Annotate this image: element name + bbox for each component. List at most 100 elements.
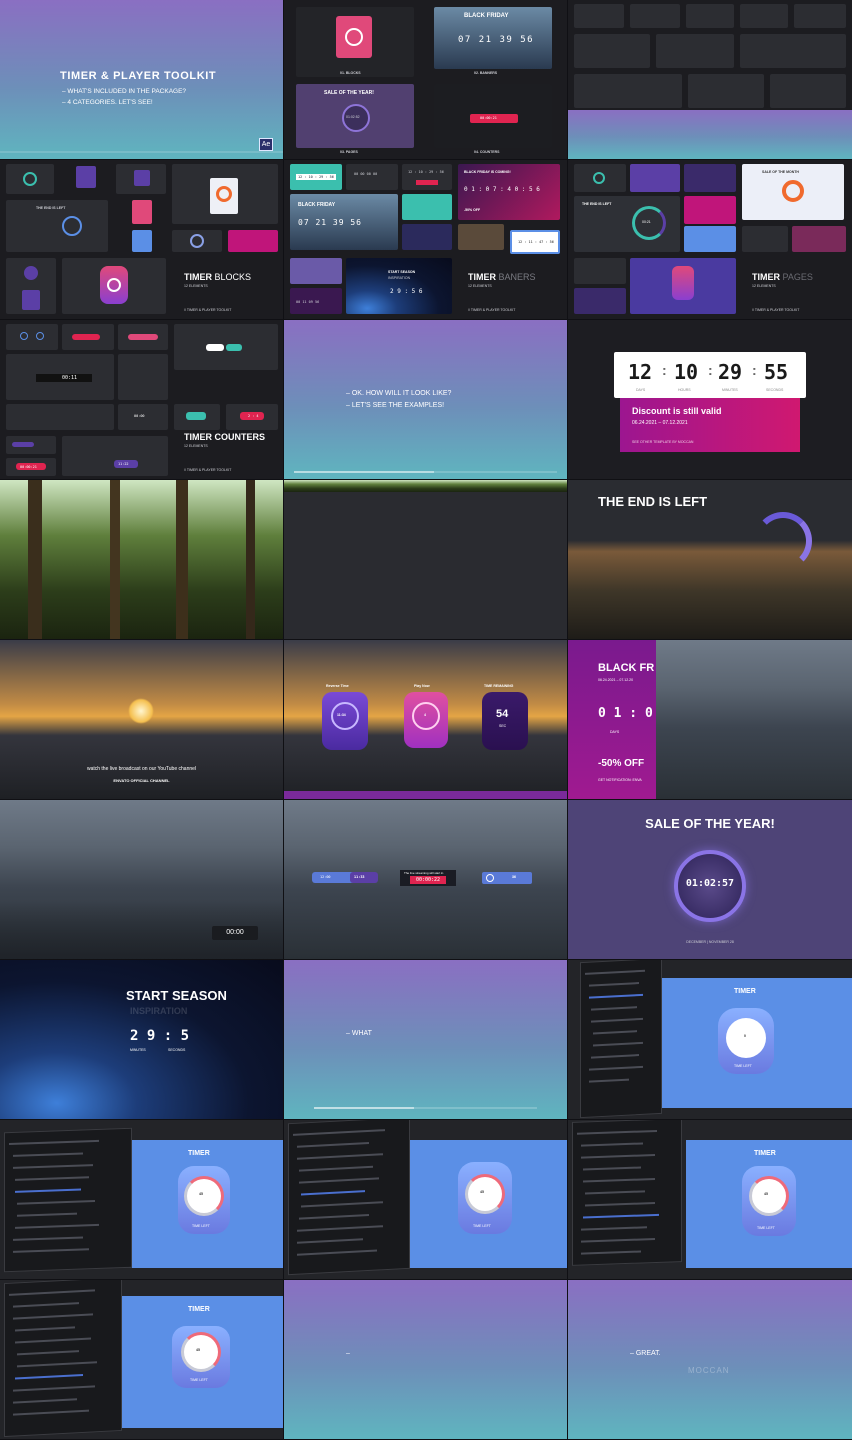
layer-row[interactable]	[583, 1213, 659, 1219]
ring-icon	[593, 172, 605, 184]
layer-row[interactable]	[585, 969, 645, 975]
heading-strong: TIMER	[184, 272, 212, 282]
layer-row[interactable]	[17, 1200, 95, 1205]
layer-row[interactable]	[301, 1201, 383, 1208]
layer-row[interactable]	[15, 1326, 75, 1332]
layer-row[interactable]	[9, 1289, 95, 1296]
grid-tile	[630, 4, 680, 28]
season-time: 2 9 : 5 6	[390, 288, 423, 295]
layers-panel[interactable]	[4, 1280, 122, 1438]
layer-row[interactable]	[301, 1190, 365, 1196]
layer-row[interactable]	[593, 1030, 637, 1035]
page-time: 00:21	[642, 220, 651, 224]
block-tile	[132, 230, 152, 252]
layer-row[interactable]	[17, 1212, 77, 1217]
moccan-watermark: MOCCAN	[688, 1366, 730, 1375]
page-tile	[684, 226, 736, 252]
layer-row[interactable]	[589, 1065, 643, 1071]
layer-row[interactable]	[17, 1361, 97, 1368]
layer-row[interactable]	[13, 1313, 93, 1320]
layer-row[interactable]	[589, 982, 639, 987]
layer-row[interactable]	[13, 1409, 89, 1416]
layer-row[interactable]	[589, 1078, 629, 1083]
layer-row[interactable]	[593, 1041, 643, 1047]
layer-row[interactable]	[583, 1178, 655, 1183]
layer-row[interactable]	[299, 1177, 379, 1184]
banners-heading: TIMER BANERS	[468, 272, 536, 282]
layer-row[interactable]	[583, 1166, 641, 1171]
layer-row[interactable]	[297, 1141, 369, 1148]
layer-row[interactable]	[589, 993, 643, 999]
layer-row[interactable]	[585, 1202, 655, 1207]
bf-title: BLACK FRIDAY	[298, 202, 336, 208]
layer-row[interactable]	[591, 1006, 637, 1011]
layer-row[interactable]	[13, 1152, 83, 1157]
layer-row[interactable]	[297, 1153, 383, 1160]
countdown-card: 12 : 10 : 29 : 55 DAYS HOURS MINUTES SEC…	[614, 352, 806, 398]
counters-overview-cell: 00:11 00:00 2 : 4 00:00:21 11:22 TIMER C…	[0, 320, 283, 479]
layer-row[interactable]	[585, 1190, 645, 1195]
layer-row[interactable]	[293, 1129, 385, 1136]
layer-row[interactable]	[591, 1017, 643, 1023]
more-templates-link[interactable]: SEE OTHER TEMPLATE BY MOCCAN	[632, 440, 693, 444]
promo-days: DAYS	[610, 730, 620, 734]
pill-t2: 11:33	[354, 875, 365, 879]
editor-timer-title: TIMER	[754, 1150, 776, 1157]
layer-row[interactable]	[9, 1139, 99, 1146]
layer-row[interactable]	[581, 1238, 655, 1243]
what-text: – WHAT	[346, 1030, 372, 1037]
ring-icon	[107, 278, 121, 292]
counter-t3: 11:22	[118, 462, 129, 466]
stream-text: The live streaming will start in	[404, 871, 444, 875]
time-remaining-card[interactable]: TIME REMAINING 54 SEC	[482, 684, 528, 750]
layer-row[interactable]	[15, 1373, 83, 1380]
layer-row[interactable]	[299, 1213, 369, 1220]
layer-row[interactable]	[577, 1129, 657, 1135]
reverse-time-card[interactable]: Reverse Time 11:34	[322, 684, 368, 750]
season-sub: INSPIRATION	[130, 1006, 188, 1016]
sale-time: 01:02:57	[685, 878, 735, 889]
layer-row[interactable]	[297, 1225, 383, 1232]
tree-trunk	[110, 480, 120, 639]
layer-row[interactable]	[13, 1236, 83, 1241]
counter-t2: 00:00:21	[20, 465, 37, 469]
layer-row[interactable]	[581, 1154, 655, 1159]
layer-row[interactable]	[15, 1176, 89, 1181]
bf-coming: BLACK FRIDAY IS COMING!	[464, 170, 511, 174]
layer-row[interactable]	[15, 1223, 99, 1229]
counter-pill	[128, 334, 158, 340]
play-now-card[interactable]: Play Now 4	[404, 684, 448, 748]
preview-canvas: TIMER 45 TIME LEFT	[120, 1140, 283, 1268]
layers-panel[interactable]	[4, 1127, 132, 1273]
block-tile: THE END IS LEFT	[6, 200, 108, 252]
layers-panel[interactable]	[580, 960, 662, 1119]
layers-panel[interactable]	[288, 1120, 410, 1276]
layer-row[interactable]	[581, 1250, 641, 1255]
blocks-elements: 12 ELEMENTS	[184, 284, 208, 288]
layer-row[interactable]	[297, 1249, 377, 1256]
layer-row[interactable]	[13, 1385, 95, 1392]
layer-row[interactable]	[299, 1165, 373, 1172]
end-left-cell: THE END IS LEFT	[568, 480, 852, 639]
layer-row[interactable]	[591, 1054, 639, 1059]
layers-panel[interactable]	[572, 1120, 682, 1266]
layer-row[interactable]	[13, 1398, 77, 1404]
colon: :	[708, 362, 713, 378]
counters-preview: 00:00:21	[434, 84, 552, 148]
block-tile	[116, 164, 166, 194]
layer-row[interactable]	[581, 1142, 643, 1147]
colon: :	[662, 362, 667, 378]
banner-tile	[402, 224, 452, 250]
layer-row[interactable]	[13, 1302, 79, 1308]
layer-row[interactable]	[15, 1337, 91, 1344]
layer-row[interactable]	[15, 1188, 81, 1193]
layer-row[interactable]	[17, 1350, 79, 1356]
layer-row[interactable]	[581, 1226, 647, 1231]
layer-row[interactable]	[13, 1164, 93, 1169]
layer-row[interactable]	[297, 1238, 363, 1244]
minutes-value: 29	[718, 360, 743, 384]
season-time: 2 9 : 5	[130, 1028, 190, 1044]
red-bar	[416, 180, 438, 185]
start-season-cell: START SEASON INSPIRATION 2 9 : 5 MINUTES…	[0, 960, 283, 1119]
layer-row[interactable]	[13, 1248, 89, 1253]
